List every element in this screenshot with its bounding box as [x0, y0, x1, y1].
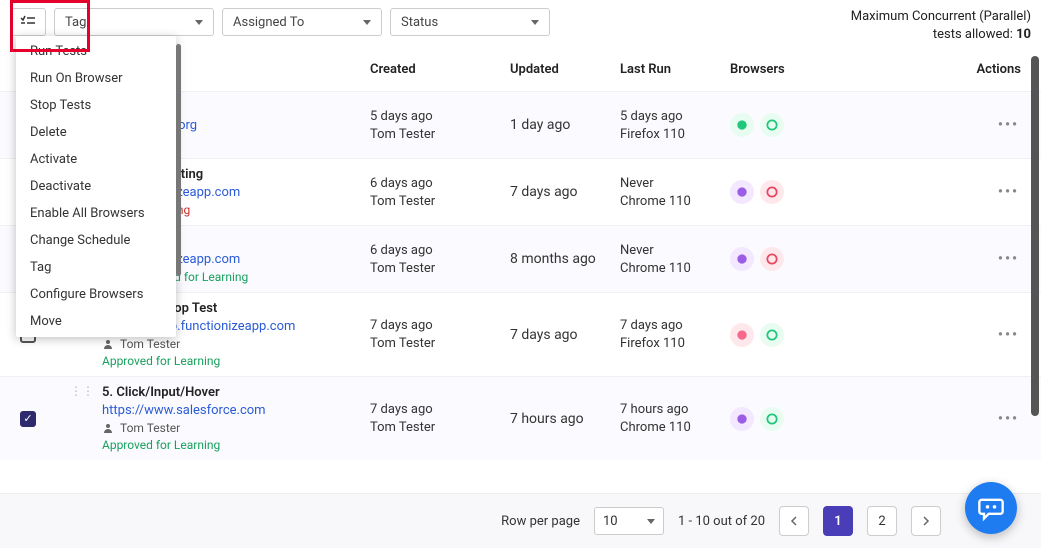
browsers-cell [730, 180, 920, 204]
firefox-icon [730, 323, 754, 347]
max-concurrent-line2: tests allowed: 10 [851, 26, 1031, 44]
person-icon [102, 422, 114, 434]
max-concurrent-info: Maximum Concurrent (Parallel) tests allo… [851, 8, 1031, 44]
tag-filter-dropdown[interactable]: Tag [54, 8, 214, 36]
chevron-down-icon [195, 20, 203, 25]
pagination-bar: Row per page 10 1 - 10 out of 20 1 2 [0, 493, 1041, 548]
menu-change-schedule[interactable]: Change Schedule [16, 227, 176, 254]
bulk-actions-menu: Run Tests Run On Browser Stop Tests Dele… [16, 36, 176, 337]
chevron-right-icon [922, 516, 930, 526]
row-actions-button[interactable]: ••• [998, 251, 1021, 267]
row-per-page-label: Row per page [501, 514, 580, 529]
tester-label: Tom Tester [102, 337, 295, 351]
menu-run-tests[interactable]: Run Tests [16, 38, 176, 65]
updated-cell: 7 days ago [510, 327, 578, 343]
menu-enable-all-browsers[interactable]: Enable All Browsers [16, 200, 176, 227]
chrome-icon [760, 180, 784, 204]
status-filter-label: Status [401, 15, 438, 30]
status-filter-dropdown[interactable]: Status [390, 8, 550, 36]
col-browsers: Browsers [730, 62, 920, 77]
menu-activate[interactable]: Activate [16, 146, 176, 173]
browsers-cell [730, 113, 920, 137]
page-1-button[interactable]: 1 [823, 506, 853, 536]
person-icon [102, 338, 114, 350]
chevron-down-icon [363, 20, 371, 25]
col-actions: Actions [941, 62, 1021, 77]
row-content: ⋮⋮ 5. Click/Input/Hover https://www.sale… [70, 385, 370, 452]
prev-page-button[interactable] [779, 506, 809, 536]
approved-label: Approved for Learning [102, 354, 295, 368]
lastrun-cell: 7 days agoFirefox 110 [620, 318, 730, 351]
assigned-filter-label: Assigned To [233, 15, 304, 30]
assigned-filter-dropdown[interactable]: Assigned To [222, 8, 382, 36]
menu-scrollbar[interactable] [176, 44, 181, 276]
menu-run-on-browser[interactable]: Run On Browser [16, 65, 176, 92]
created-cell: 7 days agoTom Tester [370, 318, 510, 351]
menu-move[interactable]: Move [16, 308, 176, 335]
vertical-scrollbar[interactable] [1031, 56, 1039, 416]
browsers-cell [730, 247, 920, 271]
menu-configure-browsers[interactable]: Configure Browsers [16, 281, 176, 308]
col-created: Created [370, 62, 510, 77]
table-row: ⋮⋮ 5. Click/Input/Hover https://www.sale… [0, 376, 1041, 460]
row-actions-button[interactable]: ••• [998, 117, 1021, 133]
menu-stop-tests[interactable]: Stop Tests [16, 92, 176, 119]
next-page-button[interactable] [911, 506, 941, 536]
row-actions-button[interactable]: ••• [998, 327, 1021, 343]
firefox-icon [730, 180, 754, 204]
tester-label: Tom Tester [102, 421, 266, 435]
created-cell: 5 days agoTom Tester [370, 109, 510, 142]
row-checkbox[interactable] [20, 411, 36, 427]
test-url[interactable]: https://www.salesforce.com [102, 403, 266, 418]
lastrun-cell: NeverChrome 110 [620, 243, 730, 276]
max-concurrent-line1: Maximum Concurrent (Parallel) [851, 8, 1031, 26]
row-actions-button[interactable]: ••• [998, 411, 1021, 427]
page-size-select[interactable]: 10 [594, 507, 664, 535]
browsers-cell [730, 323, 920, 347]
tag-filter-label: Tag [65, 15, 86, 30]
chrome-icon [760, 247, 784, 271]
row-actions-button[interactable]: ••• [998, 184, 1021, 200]
updated-cell: 7 days ago [510, 184, 578, 200]
drag-handle-icon[interactable]: ⋮⋮ [70, 385, 94, 452]
bulk-actions-button[interactable] [10, 8, 46, 36]
created-cell: 6 days agoTom Tester [370, 243, 510, 276]
browsers-cell [730, 407, 920, 431]
checklist-icon [20, 15, 36, 29]
chevron-left-icon [790, 516, 798, 526]
chevron-down-icon [647, 519, 655, 524]
updated-cell: 1 day ago [510, 117, 570, 133]
chrome-icon [760, 113, 784, 137]
created-cell: 7 days agoTom Tester [370, 402, 510, 435]
lastrun-cell: 7 hours agoChrome 110 [620, 402, 730, 435]
test-title[interactable]: 5. Click/Input/Hover [102, 385, 266, 400]
col-updated: Updated [510, 62, 620, 77]
page-2-button[interactable]: 2 [867, 506, 897, 536]
updated-cell: 7 hours ago [510, 411, 584, 427]
menu-tag[interactable]: Tag [16, 254, 176, 281]
updated-cell: 8 months ago [510, 251, 596, 267]
chrome-icon [760, 323, 784, 347]
created-cell: 6 days agoTom Tester [370, 176, 510, 209]
col-lastrun: Last Run [620, 62, 730, 77]
chevron-down-icon [531, 20, 539, 25]
firefox-icon [730, 113, 754, 137]
firefox-icon [730, 407, 754, 431]
lastrun-cell: 5 days agoFirefox 110 [620, 109, 730, 142]
chat-icon [977, 494, 1005, 522]
pagination-range: 1 - 10 out of 20 [678, 514, 765, 529]
firefox-icon [730, 247, 754, 271]
menu-delete[interactable]: Delete [16, 119, 176, 146]
menu-deactivate[interactable]: Deactivate [16, 173, 176, 200]
chrome-icon [760, 407, 784, 431]
lastrun-cell: NeverChrome 110 [620, 176, 730, 209]
approved-label: Approved for Learning [102, 438, 266, 452]
chat-widget-button[interactable] [965, 482, 1017, 534]
